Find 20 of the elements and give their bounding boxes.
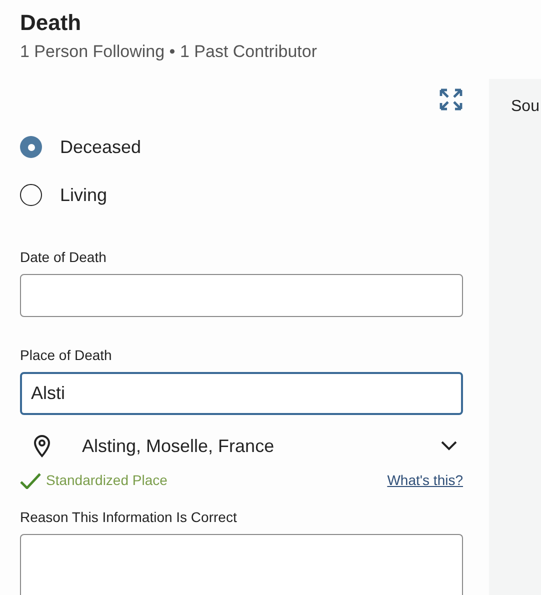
place-suggestion[interactable]: Alsting, Moselle, France <box>82 432 441 460</box>
location-pin-icon <box>32 434 52 458</box>
chevron-down-icon[interactable] <box>441 441 457 451</box>
standardized-status: Standardized Place <box>46 471 168 490</box>
field-label: Date of Death <box>20 248 108 267</box>
date-input-field[interactable] <box>20 274 463 317</box>
radio-label: Deceased <box>60 136 142 158</box>
field-label: Place of Death <box>20 346 113 365</box>
place-input-field[interactable]: Alsti <box>20 372 463 415</box>
reason-text-area[interactable] <box>20 534 463 595</box>
side-panel-heading: Sou <box>511 98 540 115</box>
field-label: Reason This Information Is Correct <box>20 508 238 527</box>
radio-label: Living <box>60 184 108 207</box>
radio-button[interactable] <box>20 136 42 158</box>
check-icon <box>20 472 41 488</box>
page-subtitle: 1 Person Following • 1 Past Contributor <box>20 41 318 63</box>
radio-button[interactable] <box>20 184 42 206</box>
page-title: Death <box>20 9 82 37</box>
whats-this-link[interactable]: What's this? <box>387 470 463 491</box>
expand-icon[interactable] <box>439 88 463 111</box>
